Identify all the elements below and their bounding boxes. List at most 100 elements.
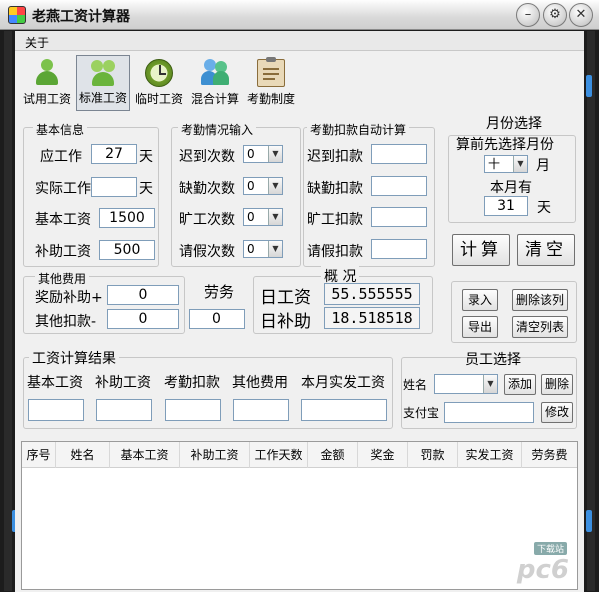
single-person-icon [33,59,61,87]
toolbar-attendance-policy[interactable]: 考勤制度 [243,55,299,111]
actual-work-input[interactable] [91,177,137,197]
daily-allowance-label: 日补助 [260,312,311,332]
days-unit: 天 [537,200,551,216]
col-header-allowance[interactable]: 补助工资 [180,442,250,468]
col-header-amount[interactable]: 金额 [308,442,358,468]
delete-row-button[interactable]: 删除该列 [512,289,568,311]
employee-name-select[interactable]: ▼ [434,374,498,394]
absent-count-select[interactable]: 0 ▼ [243,177,283,195]
watermark-badge: 下载站 [533,542,567,555]
month-select[interactable]: 十 ▼ [484,155,528,173]
absent-deduction-label: 缺勤扣款 [307,181,363,197]
should-work-input[interactable]: 27 [91,144,137,164]
result-base-salary-field [28,399,84,421]
labor-label: 劳务 [204,283,235,301]
result-net-pay-field [301,399,387,421]
toolbar-temporary-wage[interactable]: 临时工资 [131,55,187,111]
col-header-penalty[interactable]: 罚款 [408,442,458,468]
title-bar[interactable]: 老燕工资计算器 – ⚙ ✕ [0,0,599,30]
actual-work-label: 实际工作 [35,181,91,197]
should-work-label: 应工作 [40,149,82,165]
late-deduction-label: 迟到扣款 [307,149,363,165]
truancy-deduction-field[interactable] [371,207,427,227]
window-title: 老燕工资计算器 [32,9,130,25]
result-allowance-label: 补助工资 [95,375,151,391]
daily-wage-label: 日工资 [260,288,311,308]
absent-deduction-field[interactable] [371,176,427,196]
col-header-work-days[interactable]: 工作天数 [250,442,308,468]
employee-title: 员工选择 [465,352,521,368]
toolbar-standard-wage[interactable]: 标准工资 [76,55,130,111]
other-deduction-input[interactable]: 0 [107,309,179,329]
leave-deduction-label: 请假扣款 [307,244,363,260]
attendance-input-title: 考勤情况输入 [178,121,257,138]
allowance-input[interactable]: 500 [99,240,155,260]
chevron-down-icon: ▼ [268,241,282,257]
employee-name-label: 姓名 [403,378,428,392]
result-other-fees-label: 其他费用 [232,375,288,391]
result-allowance-field [96,399,152,421]
truancy-deduction-label: 旷工扣款 [307,212,363,228]
result-other-fees-field [233,399,289,421]
right-edge-tab-upper [586,75,592,97]
truancy-count-label: 旷工次数 [179,212,235,228]
col-header-bonus[interactable]: 奖金 [358,442,408,468]
clock-icon [145,59,173,87]
table-header: 序号 姓名 基本工资 补助工资 工作天数 金额 奖金 罚款 实发工资 劳务费 [22,442,577,468]
settings-icon[interactable]: ⚙ [543,3,567,27]
toolbar-trial-wage[interactable]: 试用工资 [19,55,75,111]
other-fees-title: 其他费用 [35,270,90,287]
menu-bar: 关于 [15,31,584,51]
col-header-labor-fee[interactable]: 劳务费 [522,442,577,468]
result-base-salary-label: 基本工资 [27,375,83,391]
result-net-pay-label: 本月实发工资 [301,375,385,391]
app-icon [8,6,26,24]
base-salary-label: 基本工资 [35,212,91,228]
base-salary-input[interactable]: 1500 [99,208,155,228]
late-count-label: 迟到次数 [179,149,235,165]
daily-wage-value: 55.555555 [324,283,420,305]
employee-table[interactable]: 序号 姓名 基本工资 补助工资 工作天数 金额 奖金 罚款 实发工资 劳务费 下… [21,441,578,590]
export-button[interactable]: 导出 [462,316,498,338]
other-deduction-label: 其他扣款- [35,314,97,330]
col-header-net-pay[interactable]: 实发工资 [458,442,522,468]
clipboard-icon [257,57,285,87]
menu-item-about[interactable]: 关于 [25,34,49,51]
days-in-month-field[interactable]: 31 [484,196,528,216]
add-employee-button[interactable]: 添加 [504,374,536,395]
col-header-name[interactable]: 姓名 [56,442,110,468]
record-button[interactable]: 录入 [462,289,498,311]
chevron-down-icon: ▼ [268,209,282,225]
modify-employee-button[interactable]: 修改 [541,402,573,423]
leave-count-select[interactable]: 0 ▼ [243,240,283,258]
close-icon[interactable]: ✕ [569,3,593,27]
leave-count-label: 请假次数 [179,244,235,260]
labor-input[interactable]: 0 [189,309,245,329]
bonus-label: 奖励补助+ [35,290,103,306]
calculate-button[interactable]: 计算 [452,234,510,266]
result-attendance-deduction-field [165,399,221,421]
minimize-icon[interactable]: – [516,3,540,27]
month-select-title: 月份选择 [486,116,542,132]
watermark-logo: pc6 [516,555,569,585]
delete-employee-button[interactable]: 删除 [541,374,573,395]
toolbar-mixed-calc[interactable]: 混合计算 [187,55,243,111]
leave-deduction-field[interactable] [371,239,427,259]
chevron-down-icon: ▼ [483,375,497,393]
clear-list-button[interactable]: 清空列表 [512,316,568,338]
left-frame-decoration [4,31,12,591]
alipay-input[interactable] [444,402,534,423]
late-count-select[interactable]: 0 ▼ [243,145,283,163]
late-deduction-field[interactable] [371,144,427,164]
attendance-deduction-title: 考勤扣款自动计算 [307,121,410,138]
col-header-base-salary[interactable]: 基本工资 [110,442,180,468]
clear-button[interactable]: 清空 [517,234,575,266]
alipay-label: 支付宝 [403,406,440,420]
bonus-input[interactable]: 0 [107,285,179,305]
allowance-label: 补助工资 [35,244,91,260]
truancy-count-select[interactable]: 0 ▼ [243,208,283,226]
chevron-down-icon: ▼ [513,156,527,172]
chevron-down-icon: ▼ [268,178,282,194]
col-header-index[interactable]: 序号 [22,442,56,468]
right-frame-decoration [587,31,595,591]
